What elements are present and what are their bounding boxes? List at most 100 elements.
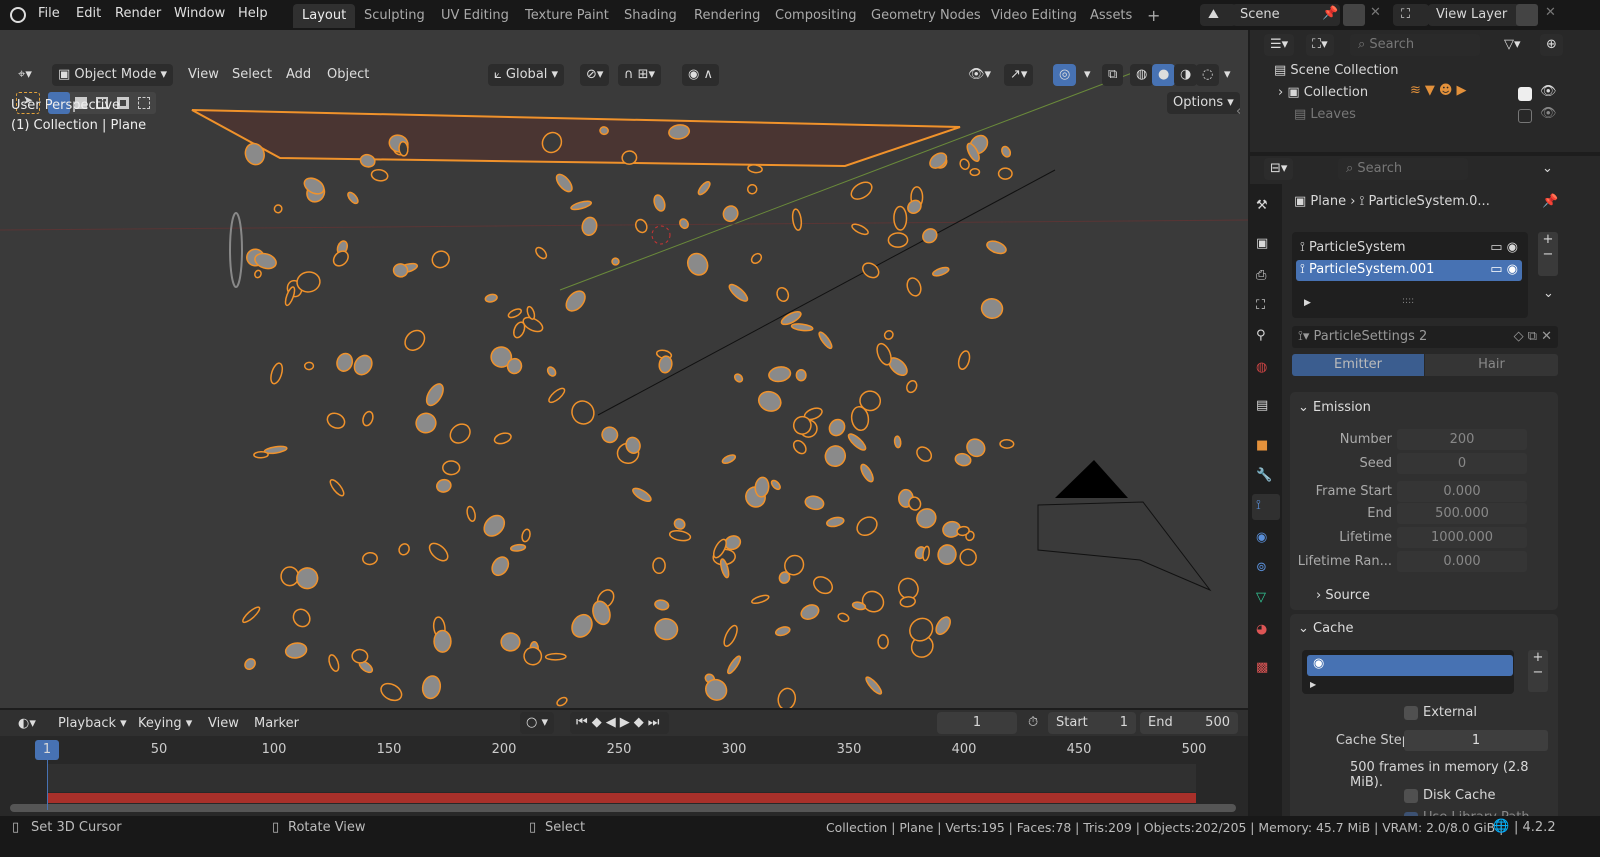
playback-controls[interactable]: ⏮◆◀▶◆⏭ xyxy=(570,712,670,734)
cache-list-item[interactable]: ◉ xyxy=(1307,655,1513,676)
tab-assets[interactable]: Assets xyxy=(1081,4,1141,28)
blender-logo-icon[interactable] xyxy=(10,7,26,23)
modifier-tab-icon[interactable]: 🔧 xyxy=(1256,468,1272,483)
seed-field[interactable]: 0 xyxy=(1397,453,1527,474)
proportional-edit-icon[interactable]: ◉ ∧ xyxy=(682,64,719,86)
list-item[interactable]: ⟟ ParticleSystem ▭ ◉ xyxy=(1296,238,1522,259)
wireframe-shading-icon[interactable]: ◍ xyxy=(1130,64,1154,86)
leaves-checkbox[interactable] xyxy=(1518,109,1532,123)
shading-dropdown-icon[interactable]: ▾ xyxy=(1218,64,1237,86)
source-subpanel[interactable]: › Source xyxy=(1316,588,1370,603)
end-frame-field[interactable]: End 500 xyxy=(1140,712,1238,734)
specials-chevron-icon[interactable]: ⌄ xyxy=(1543,286,1554,301)
outliner-search-input[interactable]: ⌕ Search xyxy=(1350,34,1480,56)
options-chevron-icon[interactable]: ⌄ xyxy=(1542,161,1553,176)
tab-uv-editing[interactable]: UV Editing xyxy=(432,4,518,28)
menu-view[interactable]: View xyxy=(182,64,225,86)
list-item-selected[interactable]: ⟟ ParticleSystem.001 ▭ ◉ xyxy=(1296,260,1522,281)
scene-tab-icon[interactable]: ⚲ xyxy=(1256,328,1266,343)
mode-dropdown[interactable]: ▣ Object Mode ▾ xyxy=(52,64,173,86)
3d-viewport[interactable] xyxy=(0,30,1248,708)
display-mode-icon[interactable]: ☰▾ xyxy=(1264,34,1295,56)
eye-icon[interactable]: 👁 xyxy=(1540,84,1557,99)
tab-compositing[interactable]: Compositing xyxy=(766,4,866,28)
transform-orientation-dropdown[interactable]: ⟀ Global ▾ xyxy=(488,64,565,86)
snap-icon[interactable]: ∩ ⊞▾ xyxy=(618,64,662,86)
frame-start-field[interactable]: 0.000 xyxy=(1397,481,1527,502)
menu-select[interactable]: Select xyxy=(226,64,278,86)
properties-search-input[interactable]: ⌕ Search xyxy=(1338,158,1468,180)
lifetime-random-field[interactable]: 0.000 xyxy=(1397,551,1527,572)
outliner-item-scene-collection[interactable]: ▤ Scene Collection xyxy=(1274,63,1399,78)
rendered-shading-icon[interactable]: ◌ xyxy=(1196,64,1220,86)
pivot-point-icon[interactable]: ⊘▾ xyxy=(580,64,610,86)
particle-settings-field[interactable]: ⟟▾ ParticleSettings 2 ◇ ⧉ ✕ xyxy=(1292,326,1558,348)
scene-selector-icon[interactable]: ⛰ xyxy=(1200,4,1236,26)
solid-shading-icon[interactable]: ● xyxy=(1152,64,1176,86)
disk-cache-checkbox[interactable] xyxy=(1404,789,1418,803)
cache-add-remove-buttons[interactable]: + − xyxy=(1528,650,1548,692)
sidebar-toggle-icon[interactable]: ‹ xyxy=(1236,104,1241,119)
view-layer-tab-icon[interactable]: ⛶ xyxy=(1256,298,1265,313)
lifetime-field[interactable]: 1000.000 xyxy=(1397,527,1527,548)
physics-tab-icon[interactable]: ◉ xyxy=(1256,530,1267,545)
auto-keying-icon[interactable]: ○ ▾ xyxy=(520,712,555,734)
visibility-icon[interactable]: 👁▾ xyxy=(962,64,997,86)
globe-icon[interactable]: 🌐 xyxy=(1493,819,1509,834)
options-dropdown[interactable]: Options ▾ xyxy=(1167,92,1240,114)
outliner-item-collection[interactable]: › ▣ Collection xyxy=(1278,85,1368,100)
menu-edit[interactable]: Edit xyxy=(76,6,101,21)
texture-tab-icon[interactable]: ▩ xyxy=(1256,660,1268,675)
filter-view-icon[interactable]: ⛶▾ xyxy=(1306,34,1334,56)
menu-help[interactable]: Help xyxy=(238,6,268,21)
particles-tab-icon[interactable]: ⟟ xyxy=(1252,494,1280,520)
collection-tab-icon[interactable]: ▤ xyxy=(1256,398,1268,413)
render-tab-icon[interactable]: ▣ xyxy=(1256,236,1268,251)
tab-texture-paint[interactable]: Texture Paint xyxy=(516,4,618,28)
menu-keying[interactable]: Keying ▾ xyxy=(132,713,198,735)
add-remove-buttons[interactable]: + − xyxy=(1538,232,1558,276)
view-layer-selector-icon[interactable]: ⛶ xyxy=(1393,4,1429,26)
tab-hair[interactable]: Hair xyxy=(1425,354,1558,376)
tab-shading[interactable]: Shading xyxy=(615,4,686,28)
select-intersect-icon[interactable] xyxy=(138,97,150,109)
current-frame-field[interactable]: 1 xyxy=(937,712,1017,734)
outliner-item-leaves[interactable]: ▤ Leaves xyxy=(1294,107,1356,122)
tab-video-editing[interactable]: Video Editing xyxy=(982,4,1086,28)
collection-checkbox[interactable] xyxy=(1518,87,1532,101)
new-collection-icon[interactable]: ⊕ xyxy=(1540,34,1563,56)
overlays-dropdown-icon[interactable]: ▾ xyxy=(1078,64,1097,86)
object-tab-icon[interactable]: ■ xyxy=(1256,438,1268,453)
start-frame-field[interactable]: Start 1 xyxy=(1048,712,1136,734)
preview-range-icon[interactable]: ⏱ xyxy=(1028,715,1038,730)
material-shading-icon[interactable]: ◑ xyxy=(1174,64,1198,86)
world-tab-icon[interactable]: ◍ xyxy=(1256,360,1267,375)
cache-step-field[interactable]: 1 xyxy=(1404,730,1548,751)
cache-header[interactable]: ⌄ Cache xyxy=(1298,621,1353,636)
emission-header[interactable]: ⌄ Emission xyxy=(1298,400,1371,415)
close-scene-icon[interactable]: ✕ xyxy=(1370,5,1381,20)
pin-icon[interactable]: 📌 xyxy=(1542,194,1558,209)
menu-file[interactable]: File xyxy=(38,6,60,21)
editor-type-icon[interactable]: ⌖▾ xyxy=(12,64,38,86)
gizmo-icon[interactable]: ↗▾ xyxy=(1004,64,1034,86)
number-field[interactable]: 200 xyxy=(1397,429,1527,450)
filter-icon[interactable]: ▽▾ xyxy=(1498,34,1527,56)
material-tab-icon[interactable]: ◕ xyxy=(1256,622,1267,637)
new-scene-icon[interactable] xyxy=(1343,4,1365,26)
xray-icon[interactable]: ⧉ xyxy=(1102,64,1124,86)
pin-icon[interactable]: 📌 xyxy=(1322,6,1338,21)
timeline-scrollbar[interactable] xyxy=(10,804,1236,812)
data-tab-icon[interactable]: ▽ xyxy=(1256,590,1266,605)
expand-icon[interactable]: ▶ xyxy=(1310,680,1316,689)
timeline-editor-icon[interactable]: ◐▾ xyxy=(12,713,42,735)
constraints-tab-icon[interactable]: ⊚ xyxy=(1256,560,1267,575)
tab-sculpting[interactable]: Sculpting xyxy=(355,4,434,28)
playhead[interactable]: 1 xyxy=(35,740,59,760)
tab-rendering[interactable]: Rendering xyxy=(685,4,769,28)
expand-icon[interactable]: ▶ xyxy=(1304,298,1311,308)
external-checkbox[interactable] xyxy=(1404,706,1418,720)
tab-emitter[interactable]: Emitter xyxy=(1292,354,1424,376)
menu-marker[interactable]: Marker xyxy=(248,713,305,735)
tool-tab-icon[interactable]: ⚒ xyxy=(1256,198,1268,213)
